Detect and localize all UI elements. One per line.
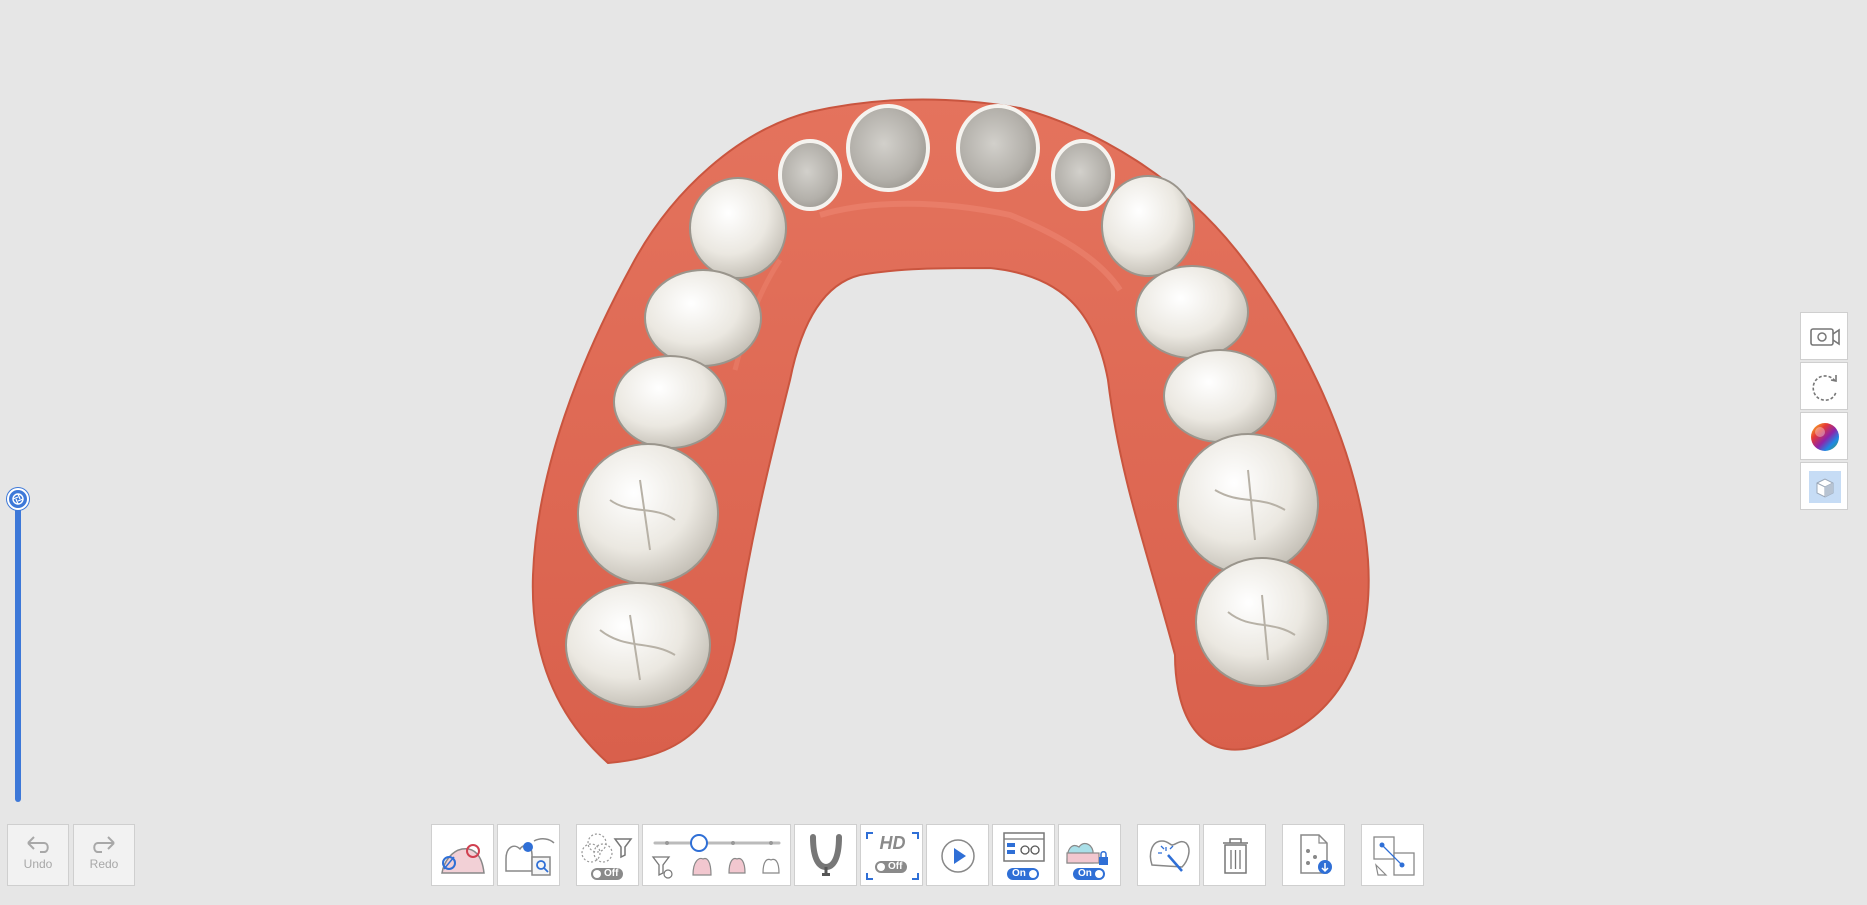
ai-scan-state: On (1012, 868, 1026, 879)
solid-cube-icon (1809, 471, 1841, 503)
slider-handle[interactable] (7, 488, 29, 510)
solid-view-button[interactable] (1800, 462, 1848, 510)
undo-button[interactable]: Undo (7, 824, 69, 886)
reset-view-button[interactable] (1800, 362, 1848, 410)
hd-state-pill: Off (875, 861, 907, 873)
delete-button[interactable] (1203, 824, 1266, 886)
magic-wand-tooth-icon (1149, 840, 1190, 872)
file-export-icon (1300, 834, 1332, 874)
tooth (846, 104, 930, 192)
slider-track[interactable] (15, 500, 21, 802)
align-button[interactable] (1361, 824, 1424, 886)
magic-trim-button[interactable] (1137, 824, 1200, 886)
video-camera-icon (1810, 328, 1840, 346)
jaw-arch-icon (810, 834, 842, 876)
lock-state-pill: On (1073, 868, 1105, 880)
align-models-icon (1373, 836, 1415, 876)
tooth-lock-toggle[interactable]: On (1058, 824, 1121, 886)
tooth (956, 104, 1040, 192)
3d-viewport[interactable] (0, 0, 1867, 905)
tooth (1101, 175, 1195, 277)
rotate-icon (1812, 375, 1837, 401)
play-button[interactable] (926, 824, 989, 886)
arch-button[interactable] (794, 824, 857, 886)
ai-scan-state-pill: On (1007, 868, 1039, 880)
tooth (1163, 349, 1277, 443)
smart-scan-button[interactable] (497, 824, 560, 886)
filter-level-graphic (651, 834, 781, 879)
undo-arrow-icon (27, 836, 49, 853)
play-icon (941, 839, 975, 873)
dental-scan-model[interactable] (0, 0, 1867, 905)
noise-filter-state-pill: Off (591, 868, 623, 880)
hd-label: HD (879, 833, 906, 853)
tooth (778, 139, 842, 211)
tooth-search-icon (505, 838, 555, 876)
noise-filter-toggle[interactable]: Off (576, 824, 639, 886)
scan-region-icon (441, 844, 485, 874)
hd-state: Off (888, 861, 903, 872)
redo-label: Redo (89, 857, 119, 871)
trash-icon (1223, 838, 1248, 874)
undo-label: Undo (23, 857, 53, 871)
tooth (689, 177, 787, 279)
hd-toggle[interactable]: HD Off (860, 824, 923, 886)
recording-button[interactable] (1800, 312, 1848, 360)
color-map-button[interactable] (1800, 412, 1848, 460)
lock-state: On (1078, 868, 1092, 879)
tooth (644, 269, 762, 367)
scan-region-button[interactable] (431, 824, 494, 886)
tooth (613, 355, 727, 449)
brightness-slider[interactable] (7, 488, 29, 802)
tooth (1177, 433, 1319, 575)
redo-arrow-icon (93, 836, 115, 853)
color-map-icon (1811, 423, 1839, 451)
filter-level-panel[interactable] (642, 824, 791, 886)
export-button[interactable] (1282, 824, 1345, 886)
aperture-icon (12, 493, 24, 505)
redo-button[interactable]: Redo (73, 824, 135, 886)
noise-filter-state: Off (604, 868, 619, 879)
ai-scan-toggle[interactable]: On (992, 824, 1055, 886)
tooth (1135, 265, 1249, 359)
tooth (1195, 557, 1329, 687)
tooth (1051, 139, 1115, 211)
tooth (577, 443, 719, 585)
